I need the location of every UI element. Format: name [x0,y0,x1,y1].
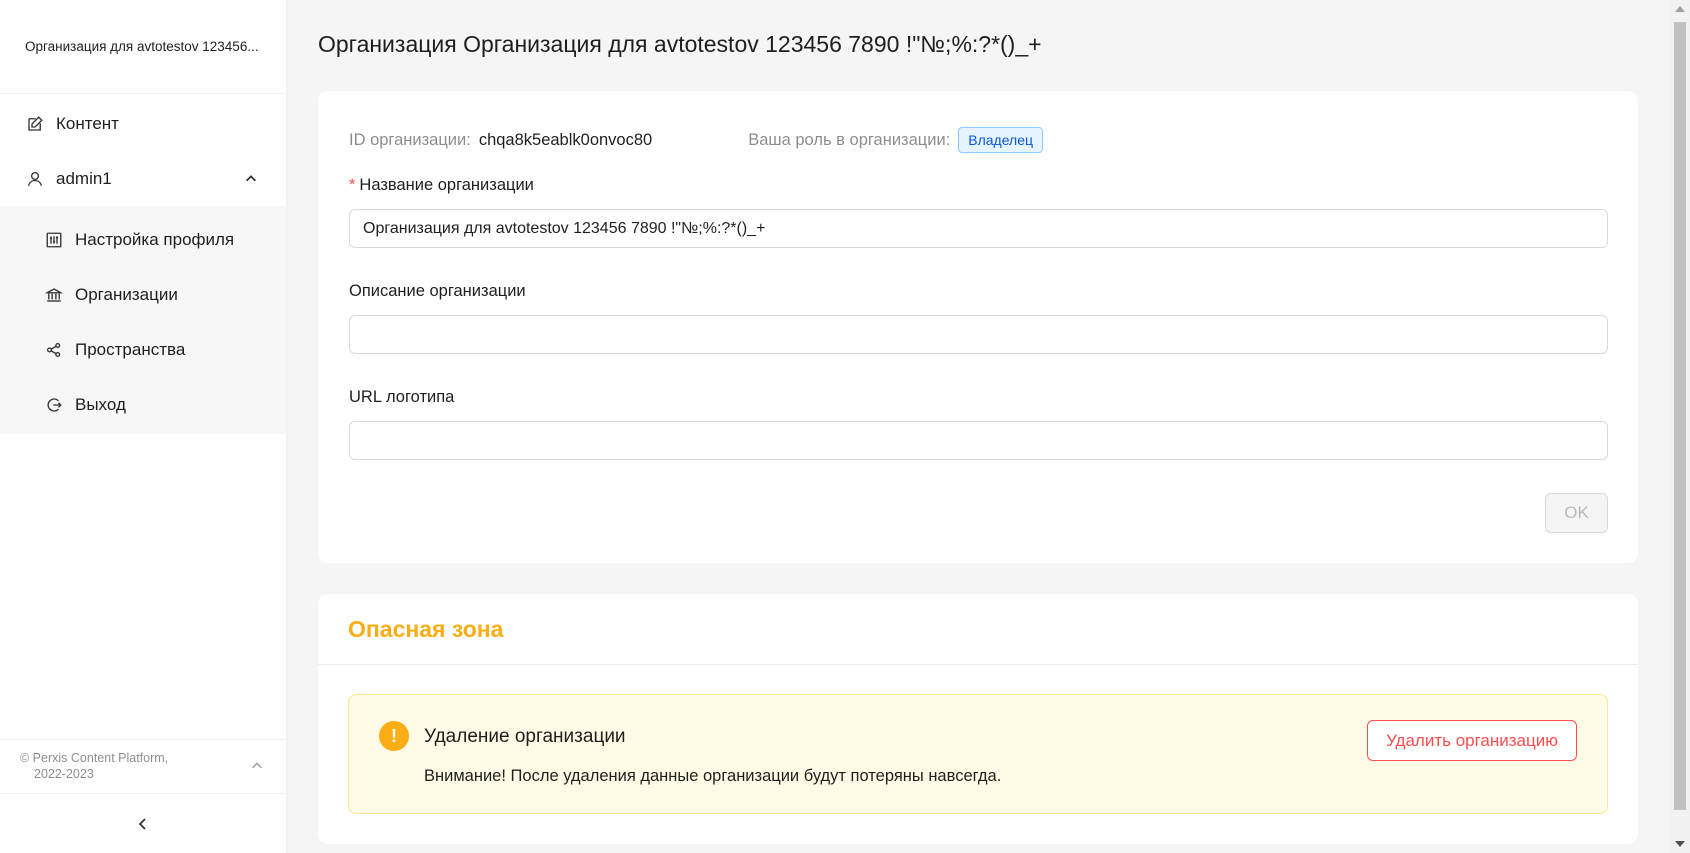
scroll-down-arrow-icon[interactable] [1675,841,1685,847]
danger-zone-card: Опасная зона ! Удаление организации Вним… [318,594,1638,844]
sidebar-item-user[interactable]: admin1 [0,151,286,206]
chevron-up-icon[interactable] [250,759,264,773]
sidebar-item-label: Контент [56,113,119,133]
user-submenu: Настройка профиля Организации Пространст… [0,206,286,434]
org-id-label: ID организации: [349,130,471,149]
sidebar-item-spaces[interactable]: Пространства [0,322,286,377]
role-label: Ваша роль в организации: [748,130,951,149]
org-switcher[interactable]: Организация для avtotestov 123456... [0,0,286,94]
org-id-value: chqa8k5eablk0onvoc80 [478,130,653,149]
page-title: Организация Организация для avtotestov 1… [318,31,1042,57]
exclamation-icon: ! [379,721,409,751]
role-badge: Владелец [958,127,1044,153]
bank-icon [43,284,65,306]
org-description-input[interactable] [349,315,1608,354]
alert-title: Удаление организации [424,726,626,747]
sidebar-item-content[interactable]: Контент [0,96,286,151]
sidebar-footer: © Perxis Content Platform, 2022-2023 [0,739,286,793]
org-name-label: * Название организации [349,176,534,195]
logo-url-label: URL логотипа [349,388,455,406]
sidebar-item-label: admin1 [56,168,112,188]
edit-icon [24,113,46,135]
logout-icon [43,394,65,416]
org-description-label: Описание организации [349,282,526,300]
user-icon [24,168,46,190]
org-name-label-text: Название организации [359,176,534,194]
danger-zone-title: Опасная зона [348,616,504,642]
divider [318,664,1638,665]
collapse-sidebar-button[interactable] [0,793,286,853]
scroll-thumb[interactable] [1674,22,1686,810]
organization-settings-card: ID организации: chqa8k5eablk0onvoc80 Ваш… [318,91,1638,563]
org-info-row: ID организации: chqa8k5eablk0onvoc80 Ваш… [349,127,1044,153]
ok-button[interactable]: OK [1545,493,1608,533]
org-name-input[interactable] [349,209,1608,248]
main-content: Организация Организация для avtotestov 1… [287,0,1670,853]
sidebar-item-label: Организации [75,284,178,304]
settings-sliders-icon [43,229,65,251]
logo-url-input[interactable] [349,421,1608,460]
sidebar-item-label: Выход [75,394,126,414]
sidebar-item-logout[interactable]: Выход [0,377,286,432]
sidebar-item-profile-settings[interactable]: Настройка профиля [0,212,286,267]
required-mark: * [349,176,356,194]
chevron-left-icon [138,817,146,830]
sidebar-menu: Контент admin1 Настройка профиля Организ… [0,96,286,434]
sidebar: Организация для avtotestov 123456... Кон… [0,0,287,853]
chevron-up-icon [246,174,256,181]
alert-description: Внимание! После удаления данные организа… [424,767,1002,785]
page-scrollbar[interactable] [1670,0,1690,853]
delete-organization-button[interactable]: Удалить организацию [1367,720,1577,761]
role-group: Ваша роль в организации: Владелец [748,127,1044,153]
sidebar-item-label: Пространства [75,339,186,359]
copyright-line1: © Perxis Content Platform, [20,751,169,765]
sidebar-item-label: Настройка профиля [75,229,235,249]
copyright-line2: 2022-2023 [34,767,94,781]
sidebar-item-organizations[interactable]: Организации [0,267,286,322]
delete-org-alert: ! Удаление организации Внимание! После у… [348,694,1608,814]
scroll-up-arrow-icon[interactable] [1675,6,1685,12]
share-icon [43,339,65,361]
